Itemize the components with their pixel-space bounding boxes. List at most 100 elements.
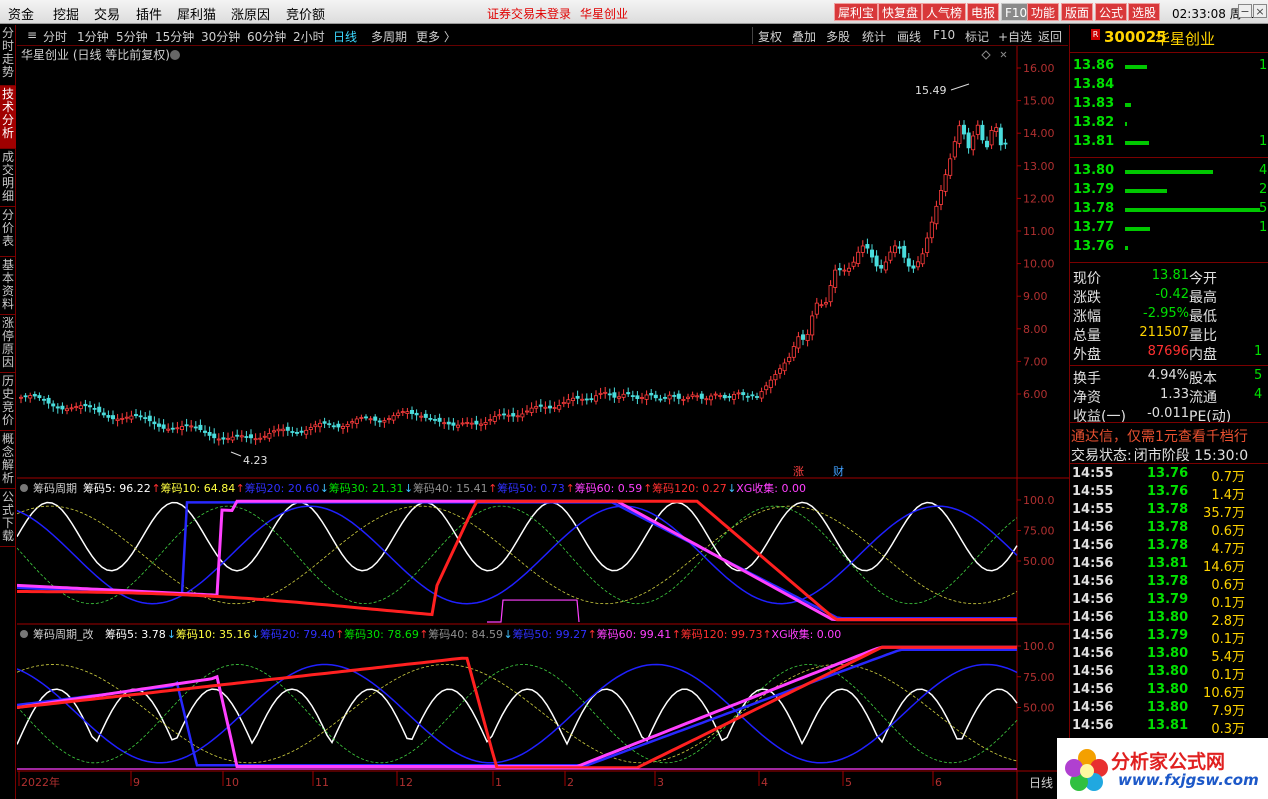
ask-row: 13.83 xyxy=(1073,96,1265,114)
menu-plugins[interactable]: 插件 xyxy=(136,4,162,23)
tick-row: 14:55 13.76 0.7万 xyxy=(1072,466,1265,485)
multi-stock-button[interactable]: 多股 xyxy=(826,28,850,45)
x-axis-label: 12 xyxy=(399,776,413,789)
menu-mining[interactable]: 挖掘 xyxy=(53,4,79,23)
candle xyxy=(552,407,557,409)
candle xyxy=(32,394,37,397)
candle xyxy=(524,410,529,413)
bid-volume: 5 xyxy=(1259,201,1268,216)
stat-value: 13.81 xyxy=(1151,268,1189,283)
ad-banner[interactable]: 通达信，仅需1元查看千档行 xyxy=(1071,426,1248,446)
tick-time: 14:56 xyxy=(1072,592,1114,607)
menu-limit-reason[interactable]: 涨原因 xyxy=(231,4,270,23)
trade-status: 交易状态: 闭市阶段 15:30:0 xyxy=(1071,445,1248,465)
candle xyxy=(350,421,355,424)
stat-label-2: 股本 xyxy=(1189,371,1217,387)
menu-auction[interactable]: 竞价额 xyxy=(286,4,325,23)
period-5min[interactable]: 5分钟 xyxy=(116,28,148,45)
period-30min[interactable]: 30分钟 xyxy=(201,28,240,45)
tab-concept[interactable]: 概念解析 xyxy=(0,431,16,489)
period-2h[interactable]: 2小时 xyxy=(293,28,325,45)
period-15min[interactable]: 15分钟 xyxy=(155,28,194,45)
candle xyxy=(534,406,539,409)
period-60min[interactable]: 60分钟 xyxy=(247,28,286,45)
ind2-legend-item: 筹码50: 99.27 xyxy=(512,627,587,641)
candle xyxy=(916,261,921,268)
chart-area[interactable]: 16.0015.0014.0013.0012.0011.0010.009.008… xyxy=(17,46,1069,799)
mark-button[interactable]: 标记 xyxy=(965,28,989,45)
tool-menu-icon[interactable]: ≡ xyxy=(27,28,37,42)
tab-history-auction[interactable]: 历史竞价 xyxy=(0,373,16,431)
minimize-icon[interactable]: − xyxy=(1238,4,1252,18)
candle xyxy=(281,428,286,432)
candle xyxy=(686,396,691,399)
indicator-dropdown-icon[interactable] xyxy=(20,630,28,638)
stock-picker-button[interactable]: 选股 xyxy=(1128,3,1161,21)
title-dropdown-icon[interactable] xyxy=(170,50,180,60)
back-button[interactable]: 返回 xyxy=(1038,28,1062,45)
tab-trade-details[interactable]: 成交明细 xyxy=(0,149,16,207)
stat-label-2: 内盘 xyxy=(1189,347,1217,363)
candle xyxy=(400,411,405,414)
menu-trade[interactable]: 交易 xyxy=(94,4,120,23)
stats-button[interactable]: 统计 xyxy=(862,28,886,45)
draw-line-button[interactable]: 画线 xyxy=(897,28,921,45)
tick-price: 13.78 xyxy=(1147,520,1189,535)
tick-volume: 0.3万 xyxy=(1211,722,1245,737)
trade-login-notice[interactable]: 证券交易未登录 xyxy=(487,5,571,22)
tab-limit-reason[interactable]: 涨停原因 xyxy=(0,315,16,373)
menu-funds[interactable]: 资金 xyxy=(8,4,34,23)
function-button[interactable]: 功能 xyxy=(1027,3,1060,21)
candle xyxy=(230,436,235,441)
stat-label-2: 流通 xyxy=(1189,390,1217,406)
tab-price-table[interactable]: 分价表 xyxy=(0,207,16,257)
close-icon[interactable]: × xyxy=(1253,4,1267,18)
popularity-button[interactable]: 人气榜 xyxy=(922,3,967,21)
candle xyxy=(962,124,967,135)
indicator-name: 筹码周期_改 xyxy=(33,627,94,641)
tab-formula-download[interactable]: 公式下载 xyxy=(0,489,16,547)
candle xyxy=(207,432,212,436)
tick-price: 13.80 xyxy=(1147,610,1189,625)
tick-time: 14:56 xyxy=(1072,718,1114,733)
telegraph-button[interactable]: 电报 xyxy=(967,3,1000,21)
candle xyxy=(506,414,511,417)
layout-button[interactable]: 版面 xyxy=(1061,3,1094,21)
candle xyxy=(198,424,203,430)
period-multi[interactable]: 多周期 xyxy=(371,28,407,45)
quick-review-button[interactable]: 快复盘 xyxy=(878,3,923,21)
stat-value-2: 5 xyxy=(1254,368,1263,383)
indicator-dropdown-icon[interactable] xyxy=(20,484,28,492)
period-intraday[interactable]: 分时 xyxy=(43,28,67,45)
tick-volume: 0.1万 xyxy=(1211,668,1245,683)
bid-price: 13.78 xyxy=(1073,201,1115,216)
price-tick-label: 15.00 xyxy=(1023,95,1055,108)
candle xyxy=(929,221,934,239)
candle xyxy=(819,304,824,307)
candle xyxy=(856,251,861,264)
stat-value: 4.94% xyxy=(1147,368,1189,383)
candle xyxy=(768,379,773,388)
toolbar-f10-button[interactable]: F10 xyxy=(933,28,955,42)
candle xyxy=(74,406,79,409)
period-daily[interactable]: 日线 xyxy=(333,28,357,45)
xilibao-button[interactable]: 犀利宝 xyxy=(834,3,879,21)
tab-intraday[interactable]: 分时走势 xyxy=(0,25,16,86)
formula-button[interactable]: 公式 xyxy=(1095,3,1128,21)
period-more[interactable]: 更多 〉 xyxy=(416,28,456,45)
overlay-button[interactable]: 叠加 xyxy=(792,28,816,45)
bid-row: 13.79 2 xyxy=(1073,182,1267,200)
candle xyxy=(584,398,589,401)
menu-xilimao[interactable]: 犀利猫 xyxy=(177,4,216,23)
tab-basic-info[interactable]: 基本资料 xyxy=(0,257,16,315)
tick-volume: 5.4万 xyxy=(1211,650,1245,665)
candle xyxy=(451,422,456,426)
adjust-button[interactable]: 复权 xyxy=(758,28,782,45)
tab-technical[interactable]: 技术分析 xyxy=(0,86,16,149)
tick-row: 14:56 13.81 14.6万 xyxy=(1072,556,1265,575)
candle xyxy=(920,253,925,265)
tick-price: 13.80 xyxy=(1147,700,1189,715)
period-1min[interactable]: 1分钟 xyxy=(77,28,109,45)
add-watchlist-button[interactable]: +自选 xyxy=(998,28,1032,45)
stat-label: 涨幅 xyxy=(1073,309,1101,325)
